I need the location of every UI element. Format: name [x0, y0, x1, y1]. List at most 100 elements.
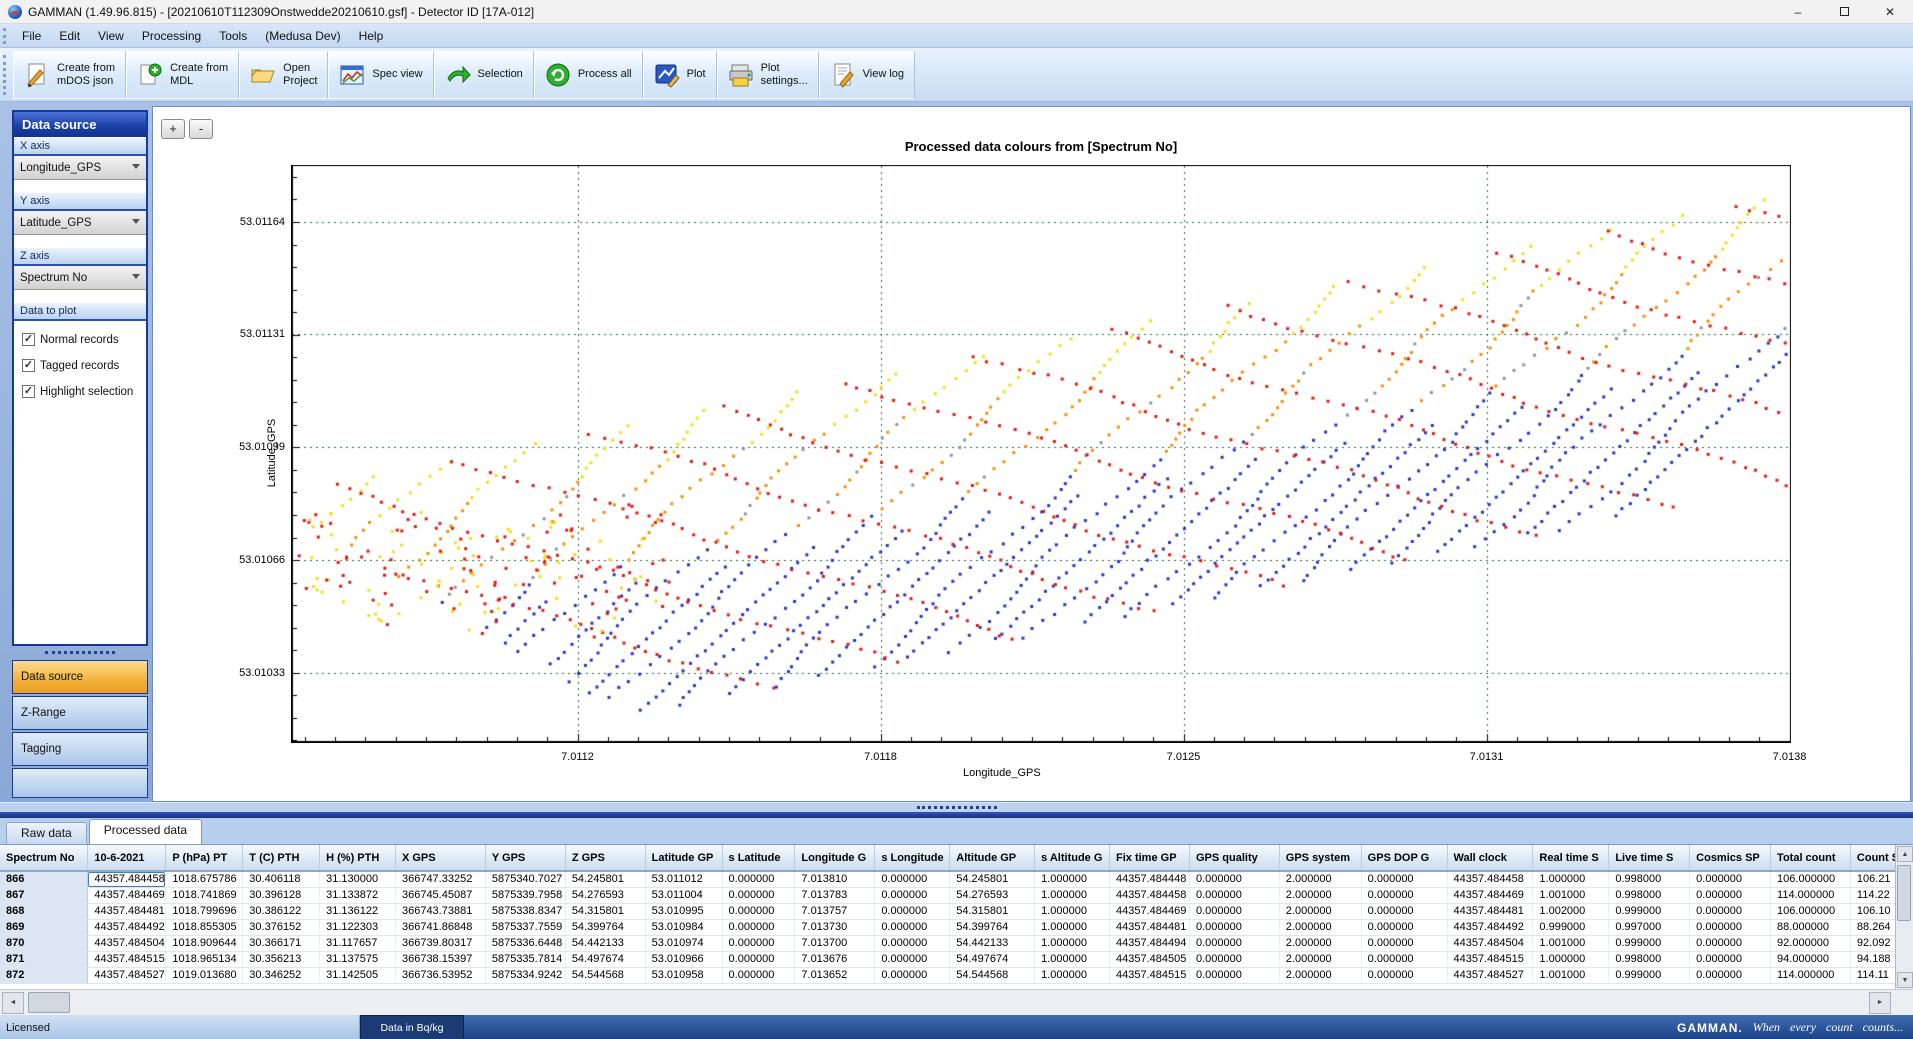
data-cell[interactable]: 0.997000	[1609, 919, 1690, 935]
data-cell[interactable]: 54.399764	[565, 919, 645, 935]
toolbar-button-open-project[interactable]: OpenProject	[239, 51, 328, 99]
data-cell[interactable]: 0.000000	[722, 871, 795, 887]
data-cell[interactable]: 0.000000	[875, 935, 950, 951]
checkbox-icon[interactable]: ✓	[22, 359, 35, 372]
zoom-in-button[interactable]: +	[161, 119, 185, 139]
data-cell[interactable]: 54.315801	[950, 903, 1035, 919]
data-cell[interactable]: 1.000000	[1035, 935, 1110, 951]
data-cell[interactable]: 0.000000	[1189, 951, 1279, 967]
data-cell[interactable]: 54.497674	[565, 951, 645, 967]
vertical-scroll-thumb[interactable]	[1897, 865, 1911, 921]
data-cell[interactable]: 1.000000	[1035, 967, 1110, 983]
checkbox-icon[interactable]: ✓	[22, 333, 35, 346]
column-header-p--hpa--pt[interactable]: P (hPa) PT	[166, 845, 243, 871]
data-cell[interactable]: 366741.86848	[395, 919, 485, 935]
column-header-z-gps[interactable]: Z GPS	[565, 845, 645, 871]
column-header-y-gps[interactable]: Y GPS	[485, 845, 565, 871]
data-cell[interactable]: 44357.484515	[1447, 951, 1533, 967]
data-cell[interactable]: 0.000000	[875, 919, 950, 935]
data-cell[interactable]: 54.245801	[950, 871, 1035, 887]
data-cell[interactable]: 0.000000	[1690, 967, 1771, 983]
checkbox-row-normal-records[interactable]: ✓Normal records	[22, 333, 142, 346]
data-cell[interactable]: 0.000000	[1361, 903, 1447, 919]
data-cell[interactable]: 0.000000	[1189, 935, 1279, 951]
data-cell[interactable]: 0.998000	[1609, 951, 1690, 967]
data-cell[interactable]: 2.000000	[1279, 967, 1361, 983]
toolbar-grip[interactable]	[3, 55, 9, 95]
data-cell[interactable]: 54.276593	[950, 887, 1035, 903]
data-cell[interactable]: 44357.484527	[1447, 967, 1533, 983]
data-cell[interactable]: 7.013730	[795, 919, 875, 935]
menu-item-edit[interactable]: Edit	[50, 29, 89, 43]
data-cell[interactable]: 1018.855305	[166, 919, 243, 935]
row-number-cell[interactable]: 870	[0, 935, 88, 951]
data-cell[interactable]: 2.000000	[1279, 951, 1361, 967]
data-cell[interactable]: 2.000000	[1279, 887, 1361, 903]
menu-item-file[interactable]: File	[13, 29, 50, 43]
data-cell[interactable]: 44357.484469	[88, 887, 166, 903]
row-number-cell[interactable]: 869	[0, 919, 88, 935]
data-cell[interactable]: 0.000000	[722, 887, 795, 903]
data-cell[interactable]: 1018.741869	[166, 887, 243, 903]
toolbar-button-plot[interactable]: Plot	[643, 51, 717, 99]
data-cell[interactable]: 31.137575	[320, 951, 396, 967]
data-cell[interactable]: 0.000000	[875, 903, 950, 919]
menu-item-tools[interactable]: Tools	[210, 29, 256, 43]
vertical-scroll-track[interactable]	[1896, 921, 1913, 971]
data-cell[interactable]: 0.000000	[1690, 935, 1771, 951]
data-cell[interactable]: 5875339.7958	[485, 887, 565, 903]
column-header-live-time-s[interactable]: Live time S	[1609, 845, 1690, 871]
data-cell[interactable]: 54.399764	[950, 919, 1035, 935]
toolbar-button-spec-view[interactable]: Spec view	[328, 51, 433, 99]
scatter-canvas[interactable]	[291, 165, 1791, 743]
menu-item-medusadev[interactable]: (Medusa Dev)	[256, 29, 349, 43]
axis-dropdown-z-axis[interactable]: Spectrum No	[14, 266, 146, 290]
horizontal-scrollbar[interactable]: ◄ ►	[0, 989, 1913, 1015]
data-cell[interactable]: 44357.484481	[1447, 903, 1533, 919]
data-cell[interactable]: 0.999000	[1609, 903, 1690, 919]
sidebar-item-tagging[interactable]: Tagging	[12, 732, 148, 766]
data-cell[interactable]: 30.346252	[243, 967, 320, 983]
data-cell[interactable]: 44357.484492	[1447, 919, 1533, 935]
toolbar-button-create-from-mdl[interactable]: Create fromMDL	[126, 51, 239, 99]
data-cell[interactable]: 0.000000	[875, 951, 950, 967]
column-header-s-longitude[interactable]: s Longitude	[875, 845, 950, 871]
checkbox-row-highlight-selection[interactable]: ✓Highlight selection	[22, 385, 142, 398]
menu-item-view[interactable]: View	[89, 29, 133, 43]
data-cell[interactable]: 366743.73881	[395, 903, 485, 919]
data-cell[interactable]: 0.000000	[1189, 903, 1279, 919]
scatter-plot[interactable]	[291, 165, 1791, 743]
scroll-left-button[interactable]: ◄	[2, 992, 24, 1014]
data-cell[interactable]: 44357.484448	[1110, 871, 1190, 887]
data-cell[interactable]: 54.544568	[565, 967, 645, 983]
data-cell[interactable]: 0.000000	[722, 951, 795, 967]
axis-dropdown-x-axis[interactable]: Longitude_GPS	[14, 156, 146, 180]
data-cell[interactable]: 366739.80317	[395, 935, 485, 951]
column-header-longitude-g[interactable]: Longitude G	[795, 845, 875, 871]
menu-item-help[interactable]: Help	[350, 29, 393, 43]
data-cell[interactable]: 7.013757	[795, 903, 875, 919]
data-cell[interactable]: 30.386122	[243, 903, 320, 919]
data-cell[interactable]: 114.000000	[1771, 967, 1851, 983]
menu-item-processing[interactable]: Processing	[133, 29, 210, 43]
toolbar-button-process-all[interactable]: Process all	[534, 51, 643, 99]
data-cell[interactable]: 2.000000	[1279, 919, 1361, 935]
scroll-right-button[interactable]: ►	[1869, 992, 1891, 1014]
data-cell[interactable]: 94.000000	[1771, 951, 1851, 967]
data-cell[interactable]: 0.000000	[722, 919, 795, 935]
data-cell[interactable]: 53.010984	[645, 919, 722, 935]
data-cell[interactable]: 366736.53952	[395, 967, 485, 983]
data-cell[interactable]: 92.000000	[1771, 935, 1851, 951]
data-cell[interactable]: 54.544568	[950, 967, 1035, 983]
data-cell[interactable]: 44357.484469	[1110, 903, 1190, 919]
data-cell[interactable]: 31.130000	[320, 871, 396, 887]
data-cell[interactable]: 0.998000	[1609, 871, 1690, 887]
column-header-fix-time-gp[interactable]: Fix time GP	[1110, 845, 1190, 871]
data-cell[interactable]: 1018.909644	[166, 935, 243, 951]
data-cell[interactable]: 1.001000	[1533, 935, 1609, 951]
menubar-grip[interactable]	[3, 28, 9, 44]
data-cell[interactable]: 0.000000	[1690, 871, 1771, 887]
column-header-altitude-gp[interactable]: Altitude GP	[950, 845, 1035, 871]
column-header-10-6-2021[interactable]: 10-6-2021	[88, 845, 166, 871]
data-cell[interactable]: 0.000000	[1361, 919, 1447, 935]
